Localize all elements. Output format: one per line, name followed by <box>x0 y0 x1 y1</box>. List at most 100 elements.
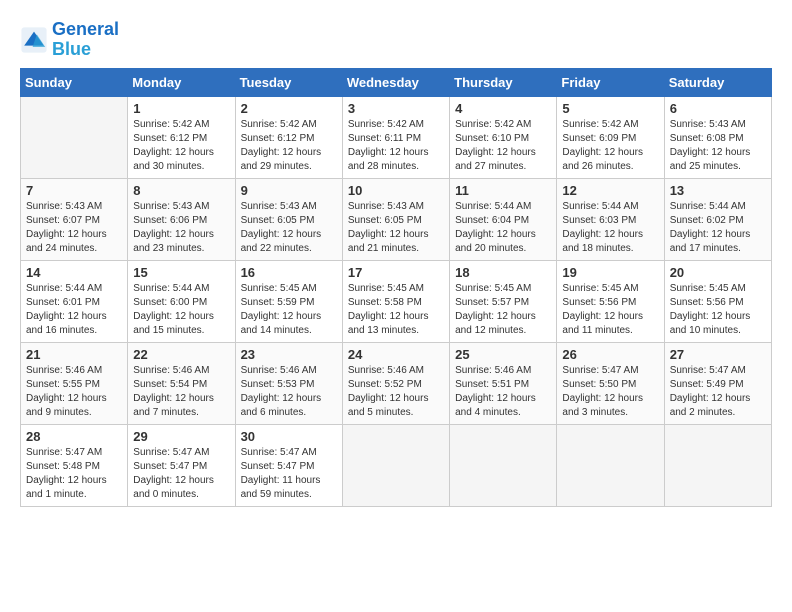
calendar-week-row: 1 Sunrise: 5:42 AM Sunset: 6:12 PM Daylig… <box>21 96 772 178</box>
calendar-cell <box>557 424 664 506</box>
weekday-header: Saturday <box>664 68 771 96</box>
day-number: 30 <box>241 429 337 444</box>
day-info: Sunrise: 5:42 AM Sunset: 6:12 PM Dayligh… <box>241 118 337 174</box>
calendar-cell <box>664 424 771 506</box>
day-number: 24 <box>348 347 444 362</box>
calendar-cell: 7 Sunrise: 5:43 AM Sunset: 6:07 PM Daylig… <box>21 178 128 260</box>
weekday-row: SundayMondayTuesdayWednesdayThursdayFrid… <box>21 68 772 96</box>
calendar-cell: 16 Sunrise: 5:45 AM Sunset: 5:59 PM Dayli… <box>235 260 342 342</box>
calendar-cell: 20Sunrise: 5:45 AM Sunset: 5:56 PM Dayli… <box>664 260 771 342</box>
day-info: Sunrise: 5:43 AM Sunset: 6:07 PM Dayligh… <box>26 200 122 256</box>
calendar-cell: 28 Sunrise: 5:47 AM Sunset: 5:48 PM Dayli… <box>21 424 128 506</box>
calendar-table: SundayMondayTuesdayWednesdayThursdayFrid… <box>20 68 772 507</box>
calendar-cell: 27Sunrise: 5:47 AM Sunset: 5:49 PM Dayli… <box>664 342 771 424</box>
day-number: 26 <box>562 347 658 362</box>
day-info: Sunrise: 5:44 AM Sunset: 6:03 PM Dayligh… <box>562 200 658 256</box>
calendar-cell: 11Sunrise: 5:44 AM Sunset: 6:04 PM Dayli… <box>450 178 557 260</box>
day-number: 21 <box>26 347 122 362</box>
weekday-header: Sunday <box>21 68 128 96</box>
day-info: Sunrise: 5:47 AM Sunset: 5:50 PM Dayligh… <box>562 364 658 420</box>
day-number: 20 <box>670 265 766 280</box>
calendar-cell: 23 Sunrise: 5:46 AM Sunset: 5:53 PM Dayli… <box>235 342 342 424</box>
calendar-header: SundayMondayTuesdayWednesdayThursdayFrid… <box>21 68 772 96</box>
calendar-week-row: 28 Sunrise: 5:47 AM Sunset: 5:48 PM Dayli… <box>21 424 772 506</box>
calendar-cell: 17 Sunrise: 5:45 AM Sunset: 5:58 PM Dayli… <box>342 260 449 342</box>
day-number: 29 <box>133 429 229 444</box>
day-number: 14 <box>26 265 122 280</box>
day-info: Sunrise: 5:45 AM Sunset: 5:58 PM Dayligh… <box>348 282 444 338</box>
weekday-header: Monday <box>128 68 235 96</box>
weekday-header: Thursday <box>450 68 557 96</box>
day-number: 16 <box>241 265 337 280</box>
day-info: Sunrise: 5:43 AM Sunset: 6:06 PM Dayligh… <box>133 200 229 256</box>
day-number: 22 <box>133 347 229 362</box>
calendar-cell: 30 Sunrise: 5:47 AM Sunset: 5:47 PM Dayli… <box>235 424 342 506</box>
day-number: 28 <box>26 429 122 444</box>
calendar-cell <box>21 96 128 178</box>
logo-icon <box>20 26 48 54</box>
calendar-cell: 25 Sunrise: 5:46 AM Sunset: 5:51 PM Dayli… <box>450 342 557 424</box>
day-info: Sunrise: 5:46 AM Sunset: 5:52 PM Dayligh… <box>348 364 444 420</box>
calendar-cell: 22 Sunrise: 5:46 AM Sunset: 5:54 PM Dayli… <box>128 342 235 424</box>
day-info: Sunrise: 5:45 AM Sunset: 5:57 PM Dayligh… <box>455 282 551 338</box>
day-number: 19 <box>562 265 658 280</box>
day-info: Sunrise: 5:42 AM Sunset: 6:11 PM Dayligh… <box>348 118 444 174</box>
day-info: Sunrise: 5:45 AM Sunset: 5:56 PM Dayligh… <box>562 282 658 338</box>
day-info: Sunrise: 5:43 AM Sunset: 6:08 PM Dayligh… <box>670 118 766 174</box>
day-info: Sunrise: 5:47 AM Sunset: 5:47 PM Dayligh… <box>241 446 337 502</box>
calendar-cell: 12Sunrise: 5:44 AM Sunset: 6:03 PM Dayli… <box>557 178 664 260</box>
day-number: 23 <box>241 347 337 362</box>
day-number: 17 <box>348 265 444 280</box>
day-number: 2 <box>241 101 337 116</box>
logo-text: GeneralBlue <box>52 20 119 60</box>
day-info: Sunrise: 5:42 AM Sunset: 6:12 PM Dayligh… <box>133 118 229 174</box>
calendar-week-row: 7 Sunrise: 5:43 AM Sunset: 6:07 PM Daylig… <box>21 178 772 260</box>
calendar-week-row: 21 Sunrise: 5:46 AM Sunset: 5:55 PM Dayli… <box>21 342 772 424</box>
page-header: GeneralBlue <box>20 20 772 60</box>
day-number: 18 <box>455 265 551 280</box>
calendar-cell: 24 Sunrise: 5:46 AM Sunset: 5:52 PM Dayli… <box>342 342 449 424</box>
calendar-cell: 10 Sunrise: 5:43 AM Sunset: 6:05 PM Dayli… <box>342 178 449 260</box>
calendar-cell: 6 Sunrise: 5:43 AM Sunset: 6:08 PM Daylig… <box>664 96 771 178</box>
day-number: 7 <box>26 183 122 198</box>
calendar-cell: 26 Sunrise: 5:47 AM Sunset: 5:50 PM Dayli… <box>557 342 664 424</box>
day-info: Sunrise: 5:45 AM Sunset: 5:59 PM Dayligh… <box>241 282 337 338</box>
day-number: 5 <box>562 101 658 116</box>
day-info: Sunrise: 5:47 AM Sunset: 5:47 PM Dayligh… <box>133 446 229 502</box>
day-number: 15 <box>133 265 229 280</box>
day-info: Sunrise: 5:46 AM Sunset: 5:53 PM Dayligh… <box>241 364 337 420</box>
day-info: Sunrise: 5:46 AM Sunset: 5:54 PM Dayligh… <box>133 364 229 420</box>
calendar-cell: 5Sunrise: 5:42 AM Sunset: 6:09 PM Daylig… <box>557 96 664 178</box>
day-number: 25 <box>455 347 551 362</box>
day-info: Sunrise: 5:46 AM Sunset: 5:51 PM Dayligh… <box>455 364 551 420</box>
day-info: Sunrise: 5:47 AM Sunset: 5:48 PM Dayligh… <box>26 446 122 502</box>
weekday-header: Friday <box>557 68 664 96</box>
calendar-cell: 8 Sunrise: 5:43 AM Sunset: 6:06 PM Daylig… <box>128 178 235 260</box>
day-info: Sunrise: 5:46 AM Sunset: 5:55 PM Dayligh… <box>26 364 122 420</box>
day-info: Sunrise: 5:47 AM Sunset: 5:49 PM Dayligh… <box>670 364 766 420</box>
calendar-cell: 19 Sunrise: 5:45 AM Sunset: 5:56 PM Dayli… <box>557 260 664 342</box>
day-number: 10 <box>348 183 444 198</box>
calendar-cell: 9Sunrise: 5:43 AM Sunset: 6:05 PM Daylig… <box>235 178 342 260</box>
day-number: 1 <box>133 101 229 116</box>
calendar-body: 1 Sunrise: 5:42 AM Sunset: 6:12 PM Daylig… <box>21 96 772 506</box>
day-number: 4 <box>455 101 551 116</box>
day-number: 8 <box>133 183 229 198</box>
calendar-cell: 29 Sunrise: 5:47 AM Sunset: 5:47 PM Dayli… <box>128 424 235 506</box>
logo: GeneralBlue <box>20 20 119 60</box>
day-info: Sunrise: 5:42 AM Sunset: 6:10 PM Dayligh… <box>455 118 551 174</box>
day-info: Sunrise: 5:44 AM Sunset: 6:02 PM Dayligh… <box>670 200 766 256</box>
day-info: Sunrise: 5:44 AM Sunset: 6:04 PM Dayligh… <box>455 200 551 256</box>
day-info: Sunrise: 5:43 AM Sunset: 6:05 PM Dayligh… <box>241 200 337 256</box>
calendar-cell: 14Sunrise: 5:44 AM Sunset: 6:01 PM Dayli… <box>21 260 128 342</box>
calendar-cell: 18 Sunrise: 5:45 AM Sunset: 5:57 PM Dayli… <box>450 260 557 342</box>
calendar-cell: 15Sunrise: 5:44 AM Sunset: 6:00 PM Dayli… <box>128 260 235 342</box>
day-number: 3 <box>348 101 444 116</box>
day-info: Sunrise: 5:43 AM Sunset: 6:05 PM Dayligh… <box>348 200 444 256</box>
day-number: 6 <box>670 101 766 116</box>
calendar-cell <box>342 424 449 506</box>
calendar-cell: 3 Sunrise: 5:42 AM Sunset: 6:11 PM Daylig… <box>342 96 449 178</box>
day-number: 13 <box>670 183 766 198</box>
weekday-header: Wednesday <box>342 68 449 96</box>
weekday-header: Tuesday <box>235 68 342 96</box>
